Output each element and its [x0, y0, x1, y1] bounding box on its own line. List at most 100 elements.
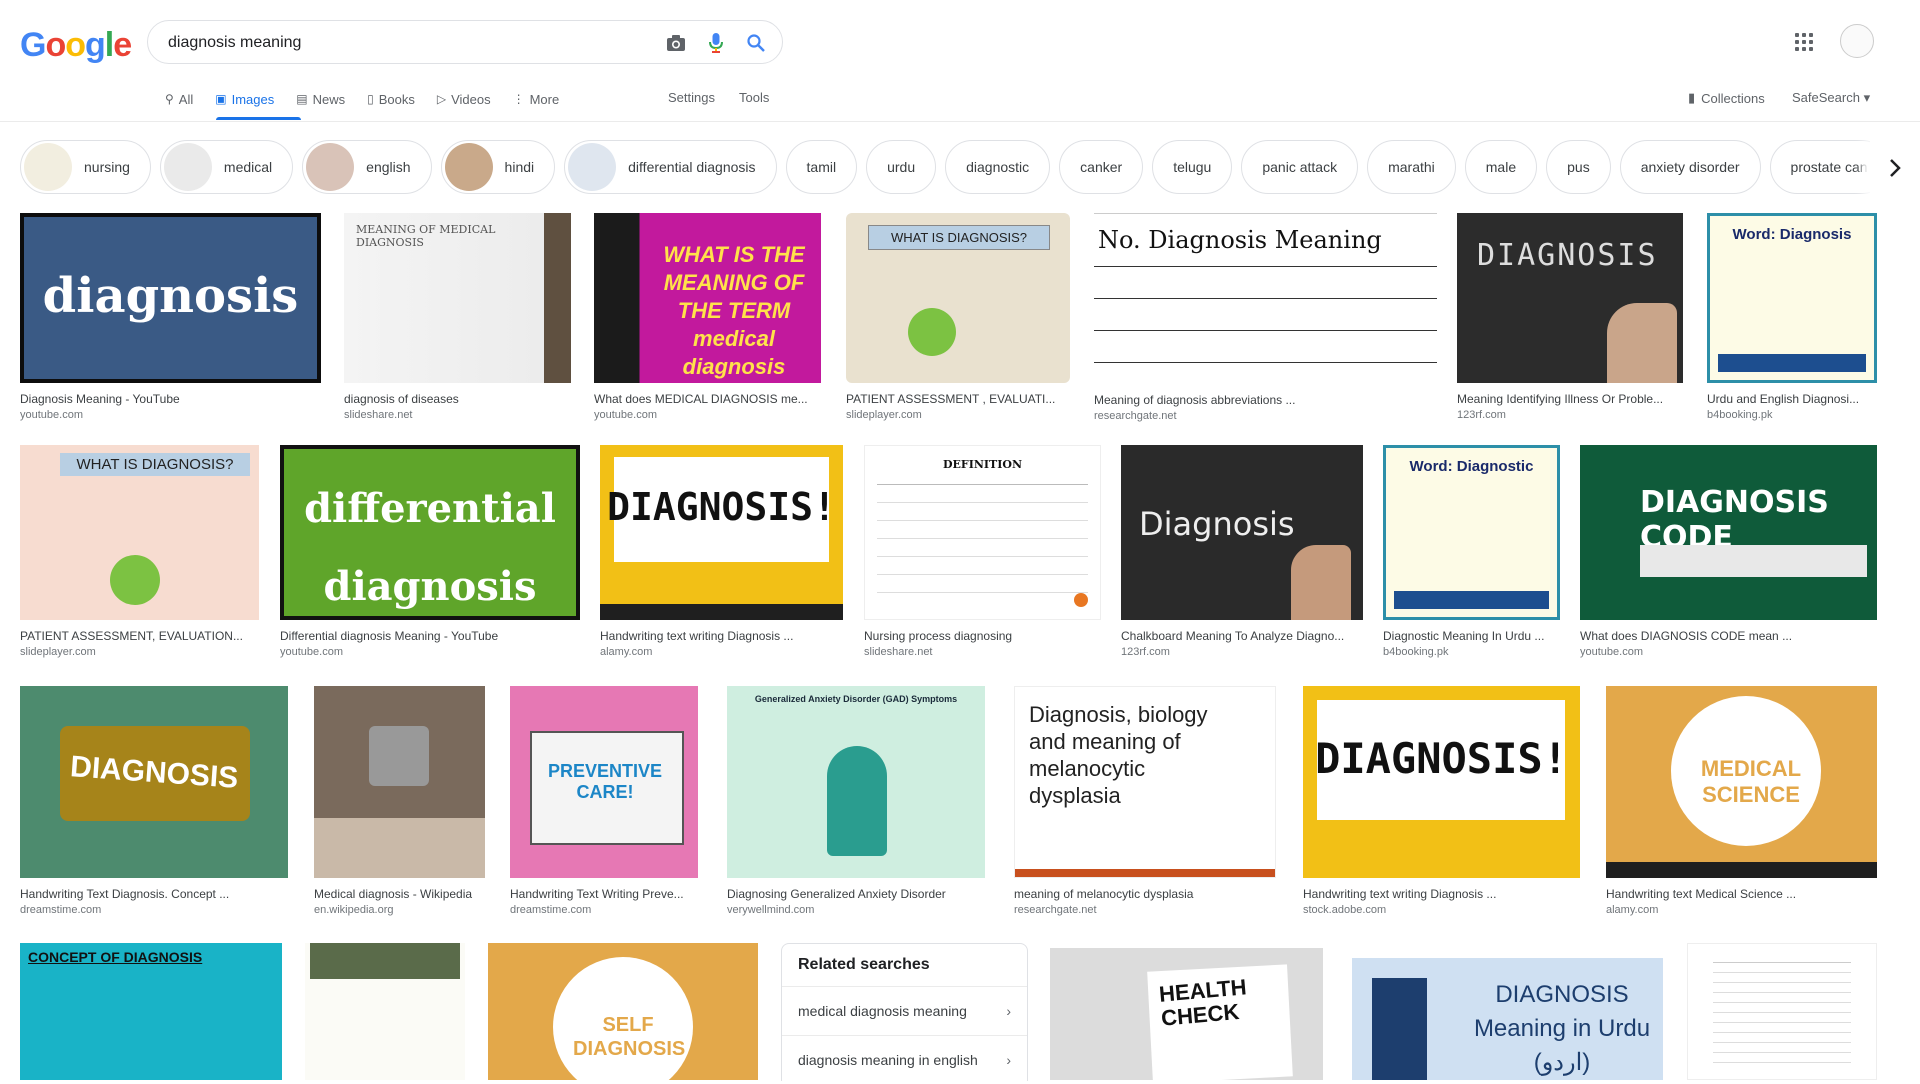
chip-hindi[interactable]: hindi — [440, 140, 556, 194]
image-result[interactable]: WHAT IS DIAGNOSIS? PATIENT ASSESSMENT, E… — [20, 445, 259, 658]
image-result[interactable]: DEFINITION Nursing process diagnosing sl… — [864, 445, 1101, 658]
tab-videos[interactable]: ▷ Videos — [437, 90, 491, 108]
image-result[interactable]: diagnosis Diagnosis Meaning - YouTube yo… — [20, 213, 321, 421]
chip-anxiety-disorder[interactable]: anxiety disorder — [1619, 140, 1761, 194]
thumbnail-text: MEDICAL SCIENCE — [1700, 756, 1802, 807]
chip-telugu[interactable]: telugu — [1152, 140, 1233, 194]
image-result[interactable]: WHAT IS DIAGNOSIS? PATIENT ASSESSMENT , … — [846, 213, 1070, 421]
chip-male[interactable]: male — [1464, 140, 1538, 194]
result-thumbnail: diagnosis — [20, 213, 321, 383]
chip-label: anxiety disorder — [1640, 159, 1740, 175]
image-result[interactable]: SELF DIAGNOSIS — [488, 943, 758, 1080]
related-search-item[interactable]: medical diagnosis meaning › — [782, 986, 1027, 1035]
image-result[interactable]: No. Diagnosis Meaning Meaning of diagnos… — [1094, 213, 1437, 422]
image-result[interactable]: CONCEPT OF DIAGNOSIS — [20, 943, 282, 1080]
image-result[interactable]: WHAT IS THE MEANING OF THE TERM medical … — [594, 213, 821, 421]
chip-diagnostic[interactable]: diagnostic — [945, 140, 1051, 194]
tab-label: News — [312, 91, 346, 107]
thumbnail-text: PREVENTIVE CARE! — [547, 761, 663, 802]
result-thumbnail — [1687, 943, 1877, 1080]
apps-grid-icon[interactable] — [1795, 33, 1813, 51]
tab-books[interactable]: ▯ Books — [367, 90, 415, 108]
image-result[interactable]: DIAGNOSIS Meaning Identifying Illness Or… — [1457, 213, 1683, 421]
thumbnail-text: HEALTH CHECK — [1158, 974, 1248, 1031]
search-icon[interactable] — [744, 31, 768, 55]
search-input[interactable] — [166, 31, 630, 55]
image-result[interactable]: MEDICAL SCIENCE Handwriting text Medical… — [1606, 686, 1877, 916]
result-source: en.wikipedia.org — [314, 904, 394, 916]
chevron-right-icon[interactable] — [1870, 140, 1920, 196]
tab-news[interactable]: ▤ News — [296, 90, 345, 108]
result-thumbnail: MEDICAL SCIENCE — [1606, 686, 1877, 878]
chip-nursing[interactable]: nursing — [20, 140, 151, 194]
image-result[interactable] — [305, 943, 465, 1080]
chip-english[interactable]: english — [302, 140, 432, 194]
image-result[interactable]: HEALTH CHECK — [1050, 948, 1323, 1080]
chip-differential-diagnosis[interactable]: differential diagnosis — [564, 140, 777, 194]
image-result[interactable]: PREVENTIVE CARE! Handwriting Text Writin… — [510, 686, 698, 916]
image-result[interactable]: Medical diagnosis - Wikipedia en.wikiped… — [314, 686, 485, 916]
result-source: slideplayer.com — [846, 409, 922, 421]
image-result[interactable]: MEANING OF MEDICAL DIAGNOSIS diagnosis o… — [344, 213, 571, 421]
image-result[interactable]: Word: Diagnostic Diagnostic Meaning In U… — [1383, 445, 1560, 658]
image-result[interactable]: DIAGNOSIS! Handwriting text writing Diag… — [1303, 686, 1580, 916]
related-search-item[interactable]: diagnosis meaning in english › — [782, 1035, 1027, 1084]
chip-urdu[interactable]: urdu — [866, 140, 937, 194]
image-result[interactable]: DIAGNOSIS CODE What does DIAGNOSIS CODE … — [1580, 445, 1877, 658]
chip-canker[interactable]: canker — [1059, 140, 1144, 194]
chip-marathi[interactable]: marathi — [1367, 140, 1456, 194]
thumbnail-text: CONCEPT OF DIAGNOSIS — [28, 949, 203, 965]
result-caption: Nursing process diagnosing — [864, 629, 1013, 643]
image-result[interactable] — [1687, 943, 1877, 1080]
image-result[interactable]: Diagnosis Chalkboard Meaning To Analyze … — [1121, 445, 1363, 658]
result-thumbnail — [305, 943, 465, 1080]
chip-pus[interactable]: pus — [1546, 140, 1611, 194]
chip-label: male — [1485, 159, 1517, 175]
chip-thumbnail — [306, 143, 355, 191]
safesearch-label: SafeSearch — [1792, 90, 1860, 105]
result-source: slideplayer.com — [20, 646, 96, 658]
image-result[interactable]: DIAGNOSIS! Handwriting text writing Diag… — [600, 445, 843, 658]
tab-more[interactable]: ⋮ More — [513, 90, 560, 108]
image-result[interactable]: DIAGNOSIS Meaning in Urdu (اردو) — [1352, 958, 1663, 1080]
result-thumbnail: Generalized Anxiety Disorder (GAD) Sympt… — [727, 686, 985, 878]
settings-link[interactable]: Settings — [668, 90, 715, 105]
image-result[interactable]: Diagnosis, biology and meaning of melano… — [1014, 686, 1276, 916]
result-caption: meaning of melanocytic dysplasia — [1014, 887, 1194, 901]
tab-images[interactable]: ▣ Images — [215, 90, 274, 108]
result-caption: diagnosis of diseases — [344, 392, 459, 406]
result-thumbnail: DIAGNOSIS Meaning in Urdu (اردو) — [1352, 958, 1663, 1080]
microphone-icon[interactable] — [704, 31, 728, 55]
google-logo[interactable]: Google — [20, 26, 132, 65]
chip-tamil[interactable]: tamil — [785, 140, 858, 194]
thumbnail-text: SELF DIAGNOSIS — [573, 1014, 686, 1060]
image-result[interactable]: Word: Diagnosis Urdu and English Diagnos… — [1707, 213, 1877, 421]
chip-panic-attack[interactable]: panic attack — [1241, 140, 1359, 194]
tab-label: Images — [231, 91, 275, 107]
result-source: alamy.com — [1606, 904, 1659, 916]
collections-link[interactable]: ▮ Collections — [1688, 90, 1765, 106]
avatar[interactable] — [1840, 24, 1874, 58]
chip-label: prostate can — [1790, 159, 1868, 175]
image-result[interactable]: differential diagnosis Differential diag… — [280, 445, 580, 658]
result-thumbnail: WHAT IS DIAGNOSIS? — [846, 213, 1070, 383]
result-thumbnail: WHAT IS THE MEANING OF THE TERM medical … — [594, 213, 821, 383]
tab-all[interactable]: ⚲ All — [165, 90, 193, 108]
caret-down-icon: ▾ — [1863, 90, 1871, 105]
result-source: slideshare.net — [864, 646, 933, 658]
result-caption: What does DIAGNOSIS CODE mean ... — [1580, 629, 1793, 643]
result-thumbnail: Word: Diagnosis — [1707, 213, 1877, 383]
result-source: alamy.com — [600, 646, 653, 658]
camera-icon[interactable] — [664, 31, 688, 55]
image-result[interactable]: Generalized Anxiety Disorder (GAD) Sympt… — [727, 686, 985, 916]
result-caption: What does MEDICAL DIAGNOSIS me... — [594, 392, 808, 406]
chip-medical[interactable]: medical — [159, 140, 294, 194]
thumbnail-text: Word: Diagnosis — [1732, 226, 1852, 243]
thumbnail-text: Diagnosis — [1139, 505, 1295, 543]
image-result[interactable]: DIAGNOSIS Handwriting Text Diagnosis. Co… — [20, 686, 288, 916]
tools-link[interactable]: Tools — [739, 90, 769, 105]
safesearch-dropdown[interactable]: SafeSearch ▾ — [1792, 90, 1870, 106]
result-caption: Medical diagnosis - Wikipedia — [314, 887, 473, 901]
search-box[interactable] — [147, 20, 783, 64]
chip-label: panic attack — [1262, 159, 1338, 175]
